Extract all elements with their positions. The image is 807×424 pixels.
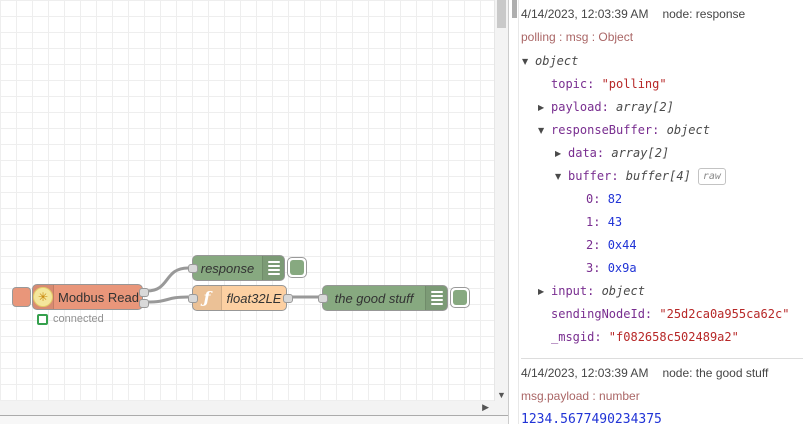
response-debug-toggle-button[interactable] xyxy=(287,257,307,278)
collapse-arrow-icon[interactable]: ▼ xyxy=(538,119,551,142)
debug-number: 0x9a xyxy=(607,261,637,275)
wires-layer xyxy=(146,266,320,304)
node-label: the good stuff xyxy=(334,290,414,306)
vertical-scrollbar-thumb[interactable] xyxy=(497,0,506,28)
debug-sidebar: 4/14/2023, 12:03:39 AM node: response poll… xyxy=(508,0,807,424)
debug-string: "polling" xyxy=(601,77,667,91)
debug-type: array[2] xyxy=(611,146,670,160)
debug-timestamp: 4/14/2023, 12:03:39 AM xyxy=(521,7,649,21)
debug-type: buffer[4] xyxy=(625,169,691,183)
node-label: Modbus Read xyxy=(58,289,139,305)
expand-arrow-icon[interactable]: ▶ xyxy=(538,280,551,303)
collapse-arrow-icon[interactable]: ▼ xyxy=(555,165,568,188)
debug-key: buffer: xyxy=(568,169,626,183)
debug-tree-row: sendingNodeId: "25d2ca0a955ca62c" xyxy=(521,303,803,326)
debug-key: 1: xyxy=(586,215,608,229)
status-text: connected xyxy=(53,313,104,325)
debug-tree-row: 2: 0x44 xyxy=(521,234,803,257)
scroll-right-arrow-icon[interactable]: ▶ xyxy=(482,402,489,413)
debug-key: responseBuffer: xyxy=(551,123,667,137)
debug-key: 2: xyxy=(586,238,608,252)
debug-timestamp: 4/14/2023, 12:03:39 AM xyxy=(521,366,649,380)
canvas-bottom-edge xyxy=(0,415,508,424)
debug-type: object xyxy=(535,54,579,68)
node-modbus-read[interactable]: ✳ Modbus Read xyxy=(32,284,149,310)
canvas-horizontal-scrollbar[interactable]: ▶ xyxy=(0,401,494,415)
debug-tree-row: ▶ payload: array[2] xyxy=(521,96,803,119)
scroll-down-arrow-icon[interactable]: ▼ xyxy=(495,390,508,400)
debug-number: 43 xyxy=(607,215,623,229)
debug-tree-row: ▼ buffer: buffer[4] raw xyxy=(521,165,803,188)
wire-modbus-to-float32le[interactable] xyxy=(146,295,189,304)
modbus-status: connected xyxy=(37,313,104,325)
good-stuff-debug-toggle-button[interactable] xyxy=(450,287,470,308)
debug-tree-row: 1: 43 xyxy=(521,211,803,234)
float32le-output-port[interactable] xyxy=(283,294,293,303)
debug-string: "f082658c502489a2" xyxy=(608,330,739,344)
debug-number: 0x44 xyxy=(607,238,637,252)
debug-tree-row: 3: 0x9a xyxy=(521,257,803,280)
modbus-output-port-1[interactable] xyxy=(139,288,149,297)
good-stuff-input-port[interactable] xyxy=(318,294,328,303)
expand-arrow-icon[interactable]: ▶ xyxy=(555,142,568,165)
debug-message-meta: polling : msg : Object xyxy=(521,30,634,44)
debug-tree-row: _msgid: "f082658c502489a2" xyxy=(521,326,803,349)
flow-canvas[interactable]: ✳ Modbus Read connected response ƒ float… xyxy=(0,0,494,401)
sidebar-scrollbar-thumb[interactable] xyxy=(512,0,517,18)
node-debug-good-stuff[interactable]: the good stuff xyxy=(318,285,448,311)
expand-arrow-icon[interactable]: ▶ xyxy=(538,96,551,119)
debug-message-list: 4/14/2023, 12:03:39 AM node: response poll… xyxy=(521,0,803,424)
wire-modbus-to-response[interactable] xyxy=(146,266,189,293)
debug-message: 4/14/2023, 12:03:39 AM node: the good stu… xyxy=(521,358,803,424)
sidebar-scrollbar[interactable] xyxy=(511,0,519,424)
debug-tree-row: 0: 82 xyxy=(521,188,803,211)
debug-key: topic: xyxy=(551,77,602,91)
debug-key: input: xyxy=(551,284,602,298)
debug-tree-row: ▼ responseBuffer: object xyxy=(521,119,803,142)
debug-json-tree: ▼ object topic: "polling" ▶ payload: array[2… xyxy=(521,50,803,349)
node-red-window: ✳ Modbus Read connected response ƒ float… xyxy=(0,0,807,424)
collapse-arrow-icon[interactable]: ▼ xyxy=(522,50,535,73)
debug-tree-row: ▶ data: array[2] xyxy=(521,142,803,165)
debug-key: sendingNodeId: xyxy=(551,307,660,321)
debug-list-icon xyxy=(425,286,447,310)
function-f-icon: ƒ xyxy=(203,288,211,307)
debug-message-meta: msg.payload : number xyxy=(521,389,640,403)
debug-tree-row: ▶ input: object xyxy=(521,280,803,303)
debug-key: data: xyxy=(568,146,612,160)
status-connected-icon xyxy=(37,313,48,325)
node-label: response xyxy=(200,260,255,276)
debug-list-icon xyxy=(262,256,284,280)
modbus-trigger-button[interactable] xyxy=(12,287,31,307)
debug-message-header: 4/14/2023, 12:03:39 AM node: response xyxy=(521,7,803,21)
raw-toggle-button[interactable]: raw xyxy=(697,168,726,185)
debug-type: object xyxy=(601,284,645,298)
modbus-gear-icon: ✳ xyxy=(33,287,53,307)
debug-key: payload: xyxy=(551,100,617,114)
modbus-output-port-2[interactable] xyxy=(139,299,149,308)
debug-node-name: node: the good stuff xyxy=(662,366,769,380)
scrollbar-corner xyxy=(494,401,508,415)
debug-tree-row: topic: "polling" xyxy=(521,73,803,96)
debug-node-name: node: response xyxy=(662,7,746,21)
node-debug-response[interactable]: response xyxy=(188,255,285,281)
debug-tree-row: ▼ object xyxy=(521,50,803,73)
debug-key: 0: xyxy=(586,192,608,206)
debug-string: "25d2ca0a955ca62c" xyxy=(659,307,790,321)
modbus-icon-region: ✳ xyxy=(33,285,54,309)
debug-message: 4/14/2023, 12:03:39 AM node: response poll… xyxy=(521,0,803,358)
debug-key: 3: xyxy=(586,261,608,275)
response-input-port[interactable] xyxy=(188,264,198,273)
node-function-float32le[interactable]: ƒ float32LE xyxy=(188,285,293,311)
debug-payload-value: 1234.5677490234375 xyxy=(521,412,662,424)
debug-number: 82 xyxy=(607,192,623,206)
debug-key: _msgid: xyxy=(551,330,609,344)
canvas-vertical-scrollbar[interactable]: ▼ xyxy=(494,0,508,401)
debug-message-header: 4/14/2023, 12:03:39 AM node: the good stu… xyxy=(521,366,803,380)
node-label: float32LE xyxy=(226,290,282,306)
debug-type: object xyxy=(666,123,710,137)
float32le-input-port[interactable] xyxy=(188,294,198,303)
debug-type: array[2] xyxy=(616,100,674,114)
